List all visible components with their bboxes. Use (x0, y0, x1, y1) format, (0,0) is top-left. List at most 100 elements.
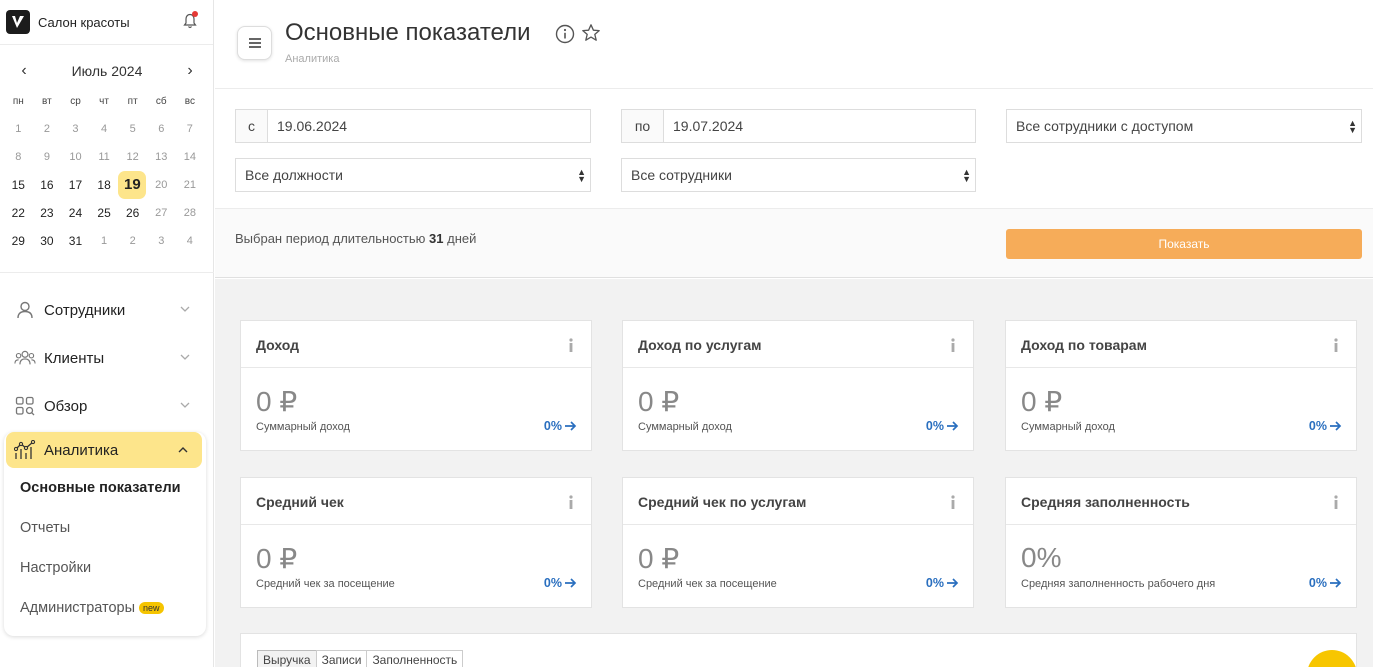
calendar-day[interactable]: 9 (33, 143, 62, 171)
mini-calendar: ‹ Июль 2024 › пн вт ср чт пт сб вс 1 2 3 4 5 6 7 8 9 10 1… (0, 45, 213, 255)
nav-item-overview[interactable]: Обзор (0, 382, 214, 430)
card-change-link[interactable]: 0% (1309, 419, 1342, 433)
calendar-weekday: ср (70, 96, 81, 107)
filters-panel: с 19.06.2024 по 19.07.2024 Все сотрудник… (215, 89, 1373, 208)
tab-revenue[interactable]: Выручка (257, 650, 317, 667)
calendar-day[interactable]: 15 (4, 171, 33, 199)
metrics-area: Выручка Записи Заполненность Доход 0 ₽ Сум… (215, 279, 1373, 667)
subnav-main-indicators[interactable]: Основные показатели (4, 468, 206, 508)
card-change-value: 0% (925, 419, 944, 433)
divider (0, 272, 214, 273)
calendar-day[interactable]: 26 (118, 199, 147, 227)
nav-item-clients[interactable]: Клиенты (0, 334, 214, 382)
calendar-day[interactable]: 12 (118, 143, 147, 171)
calendar-month: Июль 2024 (71, 63, 143, 79)
chart-tabs: Выручка Записи Заполненность (257, 650, 464, 667)
calendar-weekday: пн (12, 96, 24, 107)
calendar-day[interactable]: 3 (147, 227, 176, 255)
subnav-reports[interactable]: Отчеты (4, 508, 206, 548)
calendar-day[interactable]: 1 (4, 115, 33, 143)
info-icon[interactable] (1333, 495, 1339, 509)
calendar-day[interactable]: 3 (61, 115, 90, 143)
calendar-day[interactable]: 22 (4, 199, 33, 227)
calendar-day[interactable]: 14 (176, 143, 205, 171)
calendar-day[interactable]: 30 (33, 227, 62, 255)
breadcrumb[interactable]: Аналитика (285, 53, 339, 65)
calendar-day[interactable]: 10 (61, 143, 90, 171)
calendar-day[interactable]: 25 (90, 199, 119, 227)
calendar-weekday: сб (155, 96, 167, 107)
calendar-day[interactable]: 31 (61, 227, 90, 255)
card-change-link[interactable]: 0% (926, 576, 959, 590)
date-from-field[interactable]: с 19.06.2024 (235, 109, 591, 143)
calendar-day[interactable]: 29 (4, 227, 33, 255)
calendar-day[interactable]: 21 (176, 171, 205, 199)
calendar-day[interactable]: 24 (61, 199, 90, 227)
calendar-day[interactable]: 20 (147, 171, 176, 199)
calendar-day[interactable]: 4 (90, 115, 119, 143)
card-change-link[interactable]: 0% (1309, 576, 1342, 590)
staff-access-select[interactable]: Все сотрудники с доступом ▲ ▼ (1006, 109, 1362, 143)
main-content: Основные показатели Аналитика с 19.06.20… (215, 0, 1373, 667)
calendar-day[interactable]: 1 (90, 227, 119, 255)
show-button[interactable]: Показать (1006, 229, 1362, 259)
card-title: Средний чек (256, 494, 344, 510)
calendar-prev-button[interactable]: ‹ (17, 62, 31, 80)
calendar-day[interactable]: 17 (61, 171, 90, 199)
chevron-up-icon (178, 447, 188, 453)
calendar-day[interactable]: 18 (90, 171, 119, 199)
calendar-day[interactable]: 11 (90, 143, 119, 171)
card-change-link[interactable]: 0% (544, 576, 577, 590)
staff-select[interactable]: Все сотрудники ▲ ▼ (621, 158, 976, 192)
chevron-down-icon (180, 402, 190, 408)
tab-appointments[interactable]: Записи (315, 650, 368, 667)
calendar-weekday: вт (42, 96, 52, 107)
person-icon (14, 299, 36, 321)
positions-select[interactable]: Все должности ▲ ▼ (235, 158, 591, 192)
card-title: Доход по услугам (638, 337, 762, 353)
info-icon[interactable] (568, 495, 574, 509)
nav-item-analytics[interactable]: Аналитика (6, 432, 202, 468)
card-header: Доход по услугам (623, 321, 973, 368)
subnav-label: Основные показатели (20, 480, 181, 496)
calendar-day[interactable]: 8 (4, 143, 33, 171)
metric-card: Средний чек 0 ₽ Средний чек за посещение 0% (240, 477, 592, 608)
card-header: Средняя заполненность (1006, 478, 1356, 525)
calendar-day[interactable]: 27 (147, 199, 176, 227)
calendar-day[interactable]: 2 (118, 227, 147, 255)
favorite-star-icon[interactable] (581, 23, 601, 43)
card-change-value: 0% (1308, 419, 1327, 433)
info-icon[interactable] (555, 24, 575, 44)
people-icon (14, 347, 36, 369)
calendar-day[interactable]: 7 (176, 115, 205, 143)
calendar-day[interactable]: 28 (176, 199, 205, 227)
calendar-day[interactable]: 5 (118, 115, 147, 143)
card-change-link[interactable]: 0% (544, 419, 577, 433)
subnav-settings[interactable]: Настройки (4, 548, 206, 588)
info-icon[interactable] (950, 338, 956, 352)
calendar-day[interactable]: 16 (33, 171, 62, 199)
arrow-right-icon (565, 421, 577, 431)
info-icon[interactable] (568, 338, 574, 352)
logo-icon[interactable] (6, 10, 30, 34)
nav-item-staff[interactable]: Сотрудники (0, 286, 214, 334)
calendar-weekday: вс (184, 96, 195, 107)
main-nav: Сотрудники Клиенты Обзор Аналитика Основ… (0, 286, 214, 636)
date-from-value: 19.06.2024 (277, 118, 348, 134)
calendar-day[interactable]: 4 (176, 227, 205, 255)
info-icon[interactable] (1333, 338, 1339, 352)
subnav-administrators[interactable]: Администраторы new (4, 588, 206, 628)
calendar-day[interactable]: 2 (33, 115, 62, 143)
calendar-day-today[interactable]: 19 (118, 171, 147, 199)
date-to-field[interactable]: по 19.07.2024 (621, 109, 976, 143)
info-icon[interactable] (950, 495, 956, 509)
tab-occupancy[interactable]: Заполненность (366, 650, 464, 667)
calendar-next-button[interactable]: › (183, 62, 197, 80)
chart-panel: Выручка Записи Заполненность (240, 633, 1357, 667)
menu-toggle-button[interactable] (237, 26, 272, 60)
card-change-link[interactable]: 0% (926, 419, 959, 433)
calendar-day[interactable]: 23 (33, 199, 62, 227)
calendar-day[interactable]: 13 (147, 143, 176, 171)
calendar-day[interactable]: 6 (147, 115, 176, 143)
card-subtitle: Суммарный доход (1021, 421, 1115, 433)
